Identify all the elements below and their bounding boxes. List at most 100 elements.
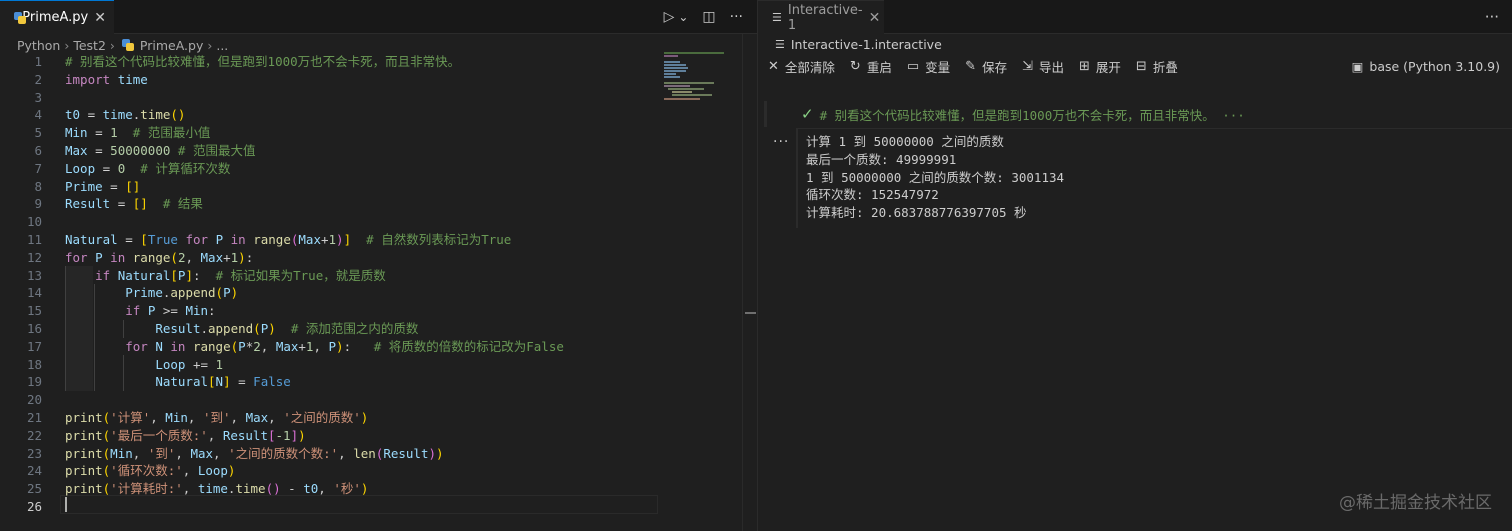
interactive-breadcrumb-label[interactable]: Interactive-1.interactive (791, 37, 942, 52)
output-line: 计算 1 到 50000000 之间的质数 (806, 134, 1004, 149)
line-number: 13 (26, 267, 42, 283)
code-line: # 别看这个代码比较难懂，但是跑到1000万也不会卡死，而且非常快。 (65, 54, 461, 69)
export-icon: ⇲ (1022, 58, 1033, 74)
breadcrumb-item-python[interactable]: Python (17, 38, 60, 53)
minimap-line (664, 55, 678, 57)
kernel-icon: ▣ (1351, 58, 1364, 74)
run-icon[interactable]: ▷ (664, 9, 675, 25)
editor-tab-primea[interactable]: PrimeA.py ✕ (0, 0, 114, 34)
split-editor-icon[interactable]: ◫ (702, 9, 715, 25)
interactive-file-icon: ☰ (775, 37, 785, 51)
code-line: Max = 50000000 # 范围最大值 (65, 143, 256, 158)
line-number: 15 (26, 303, 42, 319)
code-line: for P in range(2, Max+1): (65, 249, 254, 265)
output-line: 循环次数: 152547972 (806, 187, 939, 203)
watermark: @稀土掘金技术社区 (1339, 488, 1492, 513)
cell-divider (796, 128, 1512, 129)
code-line: print('最后一个质数:', Result[-1]) (65, 427, 306, 443)
run-menu-chevron-icon[interactable]: ⌄ (678, 10, 688, 24)
output-more-icon[interactable]: ··· (773, 134, 789, 150)
minimap[interactable] (664, 52, 728, 102)
line-number: 4 (34, 107, 42, 123)
line-number: 21 (26, 410, 42, 425)
more-actions-icon[interactable]: ··· (730, 9, 743, 25)
chevron-right-icon: › (64, 37, 70, 53)
line-number-active: 26 (26, 499, 42, 514)
minimap-line (664, 76, 680, 78)
line-number: 20 (26, 392, 42, 408)
line-number: 22 (26, 427, 42, 443)
breadcrumb-item-test2[interactable]: Test2 (73, 38, 106, 53)
save-label: 保存 (982, 59, 1008, 75)
code-line: for N in range(P*2, Max+1, P): # 将质数的倍数的… (125, 338, 564, 354)
interactive-actions: ··· (1485, 0, 1499, 34)
code-line: Prime.append(P) (125, 285, 239, 301)
line-number: 9 (34, 196, 42, 212)
restart-label: 重启 (866, 59, 892, 75)
more-actions-icon[interactable]: ··· (1485, 8, 1499, 26)
watermark-text: @稀土掘金技术社区 (1339, 493, 1492, 513)
code-editor[interactable]: 1 2 3 4 5 6 7 8 9 10 11 12 13 14 15 16 1… (0, 53, 742, 531)
line-number: 6 (34, 143, 42, 158)
interactive-window-icon: ☰ (772, 11, 782, 24)
code-line: Min = 1 # 范围最小值 (65, 125, 211, 141)
line-number: 1 (34, 54, 42, 69)
clear-all-button[interactable]: ✕ 全部清除 (768, 57, 835, 76)
breadcrumb-item-symbols[interactable]: ... (216, 38, 228, 53)
breadcrumb: Python › Test2 › PrimeA.py › ... (17, 35, 228, 55)
minimap-line (664, 82, 714, 84)
export-label: 导出 (1038, 59, 1064, 75)
cell-input-collapsed[interactable]: ✓ # 别看这个代码比较难懂，但是跑到1000万也不会卡死，而且非常快。 ··· (801, 101, 1501, 127)
minimap-line (664, 98, 700, 100)
code-line: print('计算耗时:', time.time() - t0, '秒') (65, 481, 369, 497)
close-tab-icon[interactable]: ✕ (869, 10, 881, 26)
restart-button[interactable]: ↻ 重启 (850, 57, 892, 76)
minimap-line (664, 70, 686, 72)
collapse-label: 折叠 (1152, 59, 1178, 75)
code-line: if P >= Min: (125, 303, 216, 319)
code-line: Natural[N] = False (155, 374, 291, 390)
line-number: 14 (26, 285, 42, 301)
minimap-line (672, 94, 712, 96)
code-line: Loop = 0 # 计算循环次数 (65, 160, 231, 176)
kernel-picker[interactable]: ▣ base (Python 3.10.9) (1352, 55, 1500, 77)
variables-label: 变量 (925, 59, 951, 75)
collapse-button[interactable]: ⊟ 折叠 (1136, 57, 1178, 76)
editor-tab-bar: PrimeA.py ✕ ▷ ⌄ ◫ ··· (0, 0, 757, 34)
code-line: print('循环次数:', Loop) (65, 463, 236, 479)
code-line: Result.append(P) # 添加范围之内的质数 (155, 321, 419, 336)
text-caret (65, 497, 67, 512)
line-number: 19 (26, 374, 42, 390)
cell-input-summary: # 别看这个代码比较难懂，但是跑到1000万也不会卡死，而且非常快。 ··· (819, 107, 1245, 123)
line-number: 10 (26, 214, 42, 230)
code-line: t0 = time.time() (65, 107, 186, 123)
minimap-line (664, 73, 676, 75)
expand-icon: ⊞ (1079, 58, 1090, 74)
editor-pane: PrimeA.py ✕ ▷ ⌄ ◫ ··· Python › Test2 › P… (0, 0, 757, 531)
line-number: 16 (26, 321, 42, 336)
close-icon: ✕ (768, 58, 779, 74)
minimap-line (664, 67, 688, 69)
line-number: 24 (26, 463, 42, 479)
line-number: 7 (34, 160, 42, 176)
close-tab-icon[interactable]: ✕ (94, 10, 106, 26)
interactive-tab[interactable]: ☰ Interactive-1 ✕ (758, 0, 884, 34)
minimap-line (664, 52, 724, 54)
variables-button[interactable]: ▭ 变量 (907, 57, 950, 76)
export-button[interactable]: ⇲ 导出 (1022, 57, 1064, 76)
chevron-right-icon: › (207, 37, 213, 53)
code-line: Loop += 1 (155, 356, 224, 372)
code-line: print(Min, '到', Max, '之间的质数个数:', len(Res… (65, 445, 444, 461)
interactive-tab-bar: ☰ Interactive-1 ✕ ··· (758, 0, 1512, 34)
save-button[interactable]: ✎ 保存 (965, 57, 1007, 76)
scrollbar-marker (745, 312, 756, 314)
line-number: 23 (26, 445, 42, 461)
output-line: 计算耗时: 20.683788776397705 秒 (806, 205, 1027, 221)
editor-scrollbar[interactable] (742, 34, 757, 531)
code-line: if Natural[P]: # 标记如果为True，就是质数 (95, 267, 386, 283)
minimap-line (664, 64, 686, 66)
breadcrumb-item-file[interactable]: PrimeA.py (140, 38, 203, 53)
expand-button[interactable]: ⊞ 展开 (1079, 57, 1121, 76)
output-line: 1 到 50000000 之间的质数个数: 3001134 (806, 169, 1065, 185)
minimap-line (664, 85, 690, 87)
